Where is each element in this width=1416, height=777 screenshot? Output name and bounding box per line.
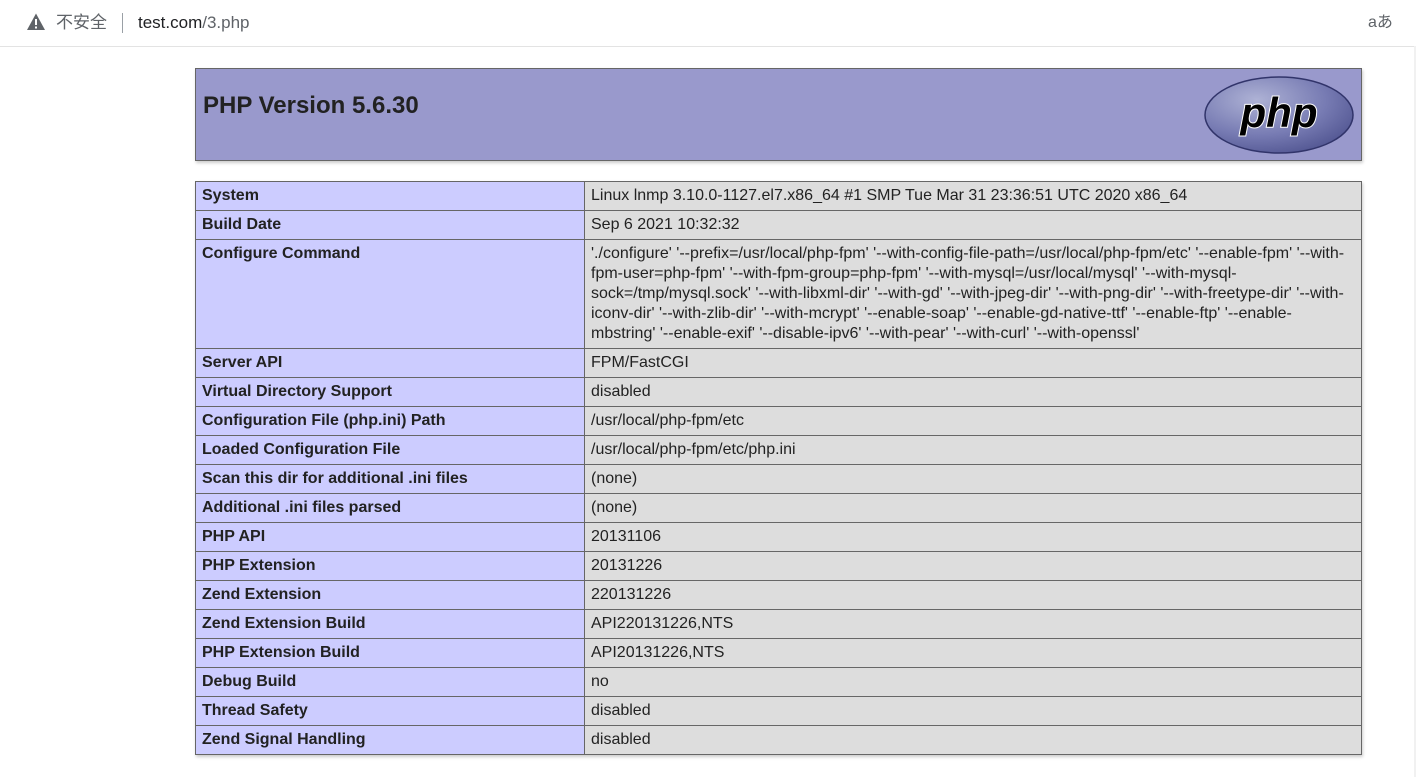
row-key: Virtual Directory Support: [195, 377, 585, 407]
row-key: Configuration File (php.ini) Path: [195, 406, 585, 436]
not-secure-label[interactable]: 不安全: [56, 12, 107, 34]
table-row: PHP Extension Build API20131226,NTS: [195, 638, 1362, 668]
table-row: Thread Safety disabled: [195, 696, 1362, 726]
row-value: './configure' '--prefix=/usr/local/php-f…: [584, 239, 1362, 349]
row-value: 220131226: [584, 580, 1362, 610]
row-key: Debug Build: [195, 667, 585, 697]
row-value: API220131226,NTS: [584, 609, 1362, 639]
row-key: Loaded Configuration File: [195, 435, 585, 465]
row-value: disabled: [584, 696, 1362, 726]
table-row: Configuration File (php.ini) Path/usr/lo…: [195, 406, 1362, 436]
table-row: Debug Build no: [195, 667, 1362, 697]
row-value: Linux lnmp 3.10.0-1127.el7.x86_64 #1 SMP…: [584, 181, 1362, 211]
table-row: System Linux lnmp 3.10.0-1127.el7.x86_64 …: [195, 181, 1362, 211]
row-key: Server API: [195, 348, 585, 378]
row-value: API20131226,NTS: [584, 638, 1362, 668]
browser-address-bar: 不安全 test.com/3.php aあ: [0, 0, 1416, 47]
table-row: Additional .ini files parsed (none): [195, 493, 1362, 523]
warning-icon[interactable]: [26, 12, 46, 32]
table-row: Zend Extension 220131226: [195, 580, 1362, 610]
php-info-table: System Linux lnmp 3.10.0-1127.el7.x86_64 …: [195, 181, 1362, 755]
row-key: PHP API: [195, 522, 585, 552]
row-value: 20131106: [584, 522, 1362, 552]
row-value: 20131226: [584, 551, 1362, 581]
table-row: Zend Signal Handling disabled: [195, 725, 1362, 755]
row-value: (none): [584, 464, 1362, 494]
row-key: System: [195, 181, 585, 211]
table-row: Loaded Configuration File/usr/local/php-…: [195, 435, 1362, 465]
row-key: Configure Command: [195, 239, 585, 349]
url-path: /3.php: [202, 13, 250, 32]
table-row: Scan this dir for additional .ini files(…: [195, 464, 1362, 494]
url-host: test.com: [138, 13, 203, 32]
translate-icon[interactable]: aあ: [1368, 12, 1393, 34]
omnibox-divider: [122, 13, 123, 33]
row-value: disabled: [584, 725, 1362, 755]
row-value: /usr/local/php-fpm/etc/php.ini: [584, 435, 1362, 465]
table-row: Zend Extension Build API220131226,NTS: [195, 609, 1362, 639]
page-title: PHP Version 5.6.30: [203, 92, 419, 119]
row-key: Thread Safety: [195, 696, 585, 726]
svg-text:php: php: [1240, 89, 1318, 136]
row-key: PHP Extension: [195, 551, 585, 581]
row-value: Sep 6 2021 10:32:32: [584, 210, 1362, 240]
table-row: Build Date Sep 6 2021 10:32:32: [195, 210, 1362, 240]
table-row: Server API FPM/FastCGI: [195, 348, 1362, 378]
php-header-box: PHP Version 5.6.30 php: [195, 68, 1362, 161]
row-key: PHP Extension Build: [195, 638, 585, 668]
row-value: disabled: [584, 377, 1362, 407]
row-value: /usr/local/php-fpm/etc: [584, 406, 1362, 436]
url-text[interactable]: test.com/3.php: [138, 12, 250, 34]
table-row: PHP Extension 20131226: [195, 551, 1362, 581]
row-key: Build Date: [195, 210, 585, 240]
row-key: Scan this dir for additional .ini files: [195, 464, 585, 494]
row-value: FPM/FastCGI: [584, 348, 1362, 378]
row-key: Zend Extension: [195, 580, 585, 610]
row-value: (none): [584, 493, 1362, 523]
table-row: PHP API 20131106: [195, 522, 1362, 552]
row-key: Zend Extension Build: [195, 609, 585, 639]
row-key: Additional .ini files parsed: [195, 493, 585, 523]
table-row: Configure Command './configure' '--prefix…: [195, 239, 1362, 349]
row-key: Zend Signal Handling: [195, 725, 585, 755]
table-row: Virtual Directory Support disabled: [195, 377, 1362, 407]
php-logo-icon[interactable]: php: [1203, 75, 1355, 155]
row-value: no: [584, 667, 1362, 697]
